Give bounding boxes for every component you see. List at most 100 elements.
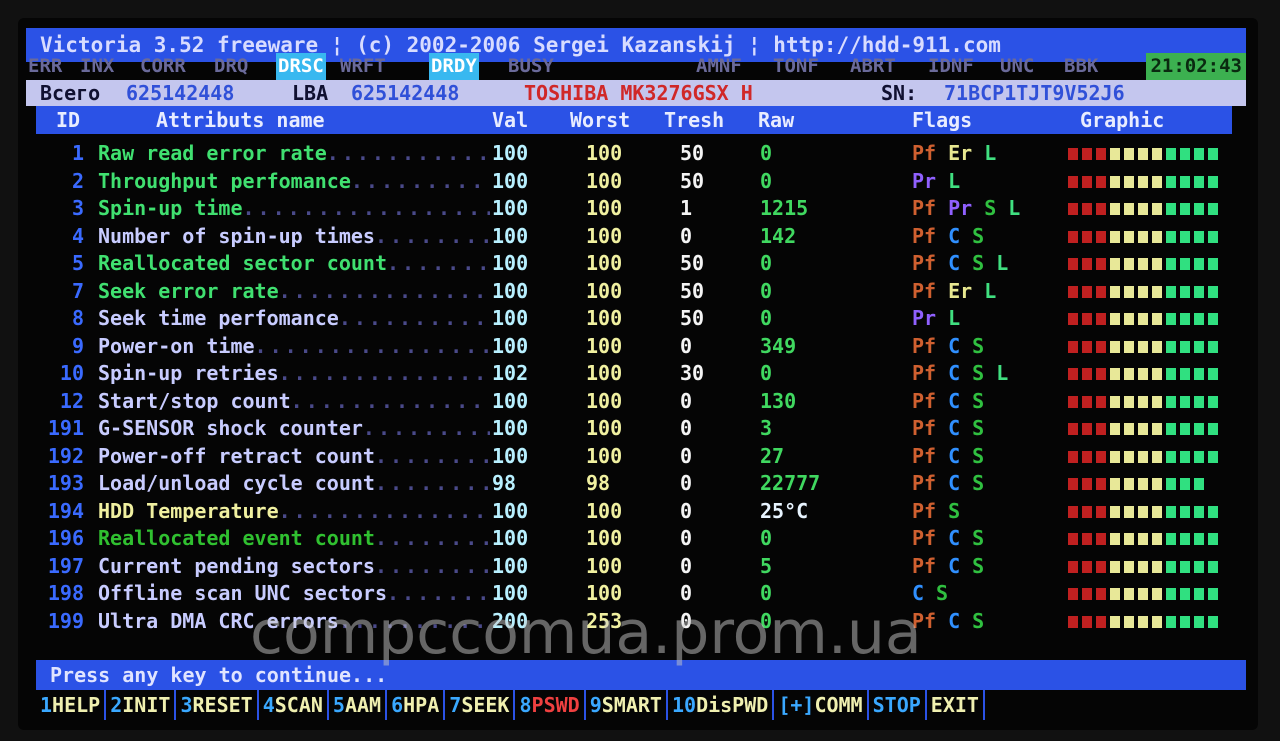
attribute-name: Spin-up time — [98, 195, 490, 222]
attribute-threshold: 0 — [680, 223, 693, 248]
attribute-id: 12 — [59, 388, 84, 413]
health-block — [1124, 588, 1134, 600]
health-block — [1068, 450, 1078, 463]
health-block — [1180, 148, 1190, 160]
flag-s: S — [972, 471, 985, 495]
health-block — [1124, 615, 1134, 628]
health-block — [1068, 258, 1078, 270]
attribute-id: 191 — [47, 416, 84, 440]
fkey-stop-button[interactable]: STOP — [869, 690, 927, 720]
health-block — [1208, 368, 1218, 380]
health-block — [1068, 478, 1078, 490]
fkey-comm-button[interactable]: [+]COMM — [774, 690, 869, 720]
health-block — [1110, 230, 1120, 243]
fkey-help-button[interactable]: 1HELP — [36, 690, 107, 720]
fkey-label: HELP — [52, 693, 101, 717]
fkey-dispwd-button[interactable]: 10DisPWD — [668, 690, 775, 720]
flag-pf: Pf — [912, 443, 937, 468]
fkey-label: INIT — [122, 693, 171, 717]
health-block — [1096, 533, 1106, 545]
fkey-label: AAM — [344, 693, 382, 717]
health-graphic — [1068, 450, 1218, 463]
health-block — [1194, 340, 1204, 353]
attribute-name: Raw read error rate — [98, 140, 490, 167]
fkey-hpa-button[interactable]: 6HPA — [387, 690, 446, 720]
flag-pf: Pf — [912, 278, 937, 303]
health-block — [1082, 175, 1092, 188]
health-graphic — [1068, 175, 1218, 188]
health-block — [1194, 450, 1204, 463]
dot-leader — [375, 525, 490, 552]
health-block — [1110, 588, 1120, 600]
attribute-threshold: 0 — [680, 471, 693, 495]
attribute-name: Seek time perfomance — [98, 305, 490, 332]
health-block — [1138, 478, 1148, 490]
health-block — [1082, 450, 1092, 463]
status-flag-amnf: AMNF — [696, 55, 742, 77]
table-row: 10 Spin-up retries 102 100 30 0 Pf CSL — [0, 360, 1280, 387]
health-block — [1068, 615, 1078, 628]
health-block — [1166, 560, 1176, 573]
health-block — [1180, 285, 1190, 298]
fkey-pswd-button[interactable]: 8PSWD — [515, 690, 586, 720]
health-block — [1068, 423, 1078, 435]
health-block — [1152, 175, 1162, 188]
fkey-reset-button[interactable]: 3RESET — [176, 690, 259, 720]
attribute-threshold: 0 — [680, 333, 693, 358]
attribute-name: Reallocated event count — [98, 525, 490, 552]
status-flag-tonf: TONF — [773, 55, 819, 77]
flag-pr: Pr — [912, 168, 937, 193]
flag-pf: Pf — [912, 223, 937, 248]
health-block — [1138, 175, 1148, 188]
fkey-init-button[interactable]: 2INIT — [106, 690, 177, 720]
health-block — [1166, 615, 1176, 628]
clock: 21:02:43 — [1146, 53, 1246, 80]
attribute-id: 8 — [71, 306, 84, 330]
fkey-number: 9 — [589, 693, 602, 717]
health-block — [1152, 615, 1162, 628]
table-header: ID Attributs name Val Worst Tresh Raw Fl… — [36, 106, 1232, 134]
health-block — [1068, 505, 1078, 518]
health-block — [1152, 533, 1162, 545]
attribute-raw: 0 — [760, 168, 773, 193]
health-block — [1166, 285, 1176, 298]
attribute-id: 10 — [59, 361, 84, 385]
health-graphic — [1068, 148, 1218, 160]
health-block — [1082, 423, 1092, 435]
attribute-value: 100 — [492, 196, 529, 220]
attribute-raw: 0 — [760, 361, 773, 385]
attribute-name: Power-on time — [98, 333, 490, 360]
attribute-flags: Pf C S — [912, 553, 996, 580]
health-block — [1110, 340, 1120, 353]
attribute-name-text: Reallocated event count — [98, 526, 375, 550]
health-graphic — [1068, 588, 1218, 600]
flag-l: L — [948, 306, 961, 330]
fkey-aam-button[interactable]: 5AAM — [329, 690, 388, 720]
dot-leader — [279, 498, 490, 525]
status-flag-drq: DRQ — [214, 55, 249, 77]
health-block — [1068, 230, 1078, 243]
health-block — [1194, 313, 1204, 325]
fkey-smart-button[interactable]: 9SMART — [586, 690, 668, 720]
flag-pf: Pf — [912, 498, 937, 523]
flag-c: C — [948, 361, 961, 385]
fkey-seek-button[interactable]: 7SEEK — [445, 690, 516, 720]
health-block — [1138, 313, 1148, 325]
flag-pf: Pf — [912, 251, 937, 275]
fkey-exit-button[interactable]: EXIT — [927, 690, 985, 720]
attribute-flags: Pf C S — [912, 333, 996, 360]
attribute-flags: Pf C S — [912, 443, 996, 470]
health-block — [1082, 395, 1092, 408]
attribute-threshold: 0 — [680, 416, 693, 440]
attribute-name-text: G-SENSOR shock counter — [98, 416, 363, 440]
fkey-scan-button[interactable]: 4SCAN — [259, 690, 329, 720]
flag-pf: Pf — [912, 471, 937, 495]
attribute-threshold: 0 — [680, 443, 693, 468]
fkey-label: SCAN — [274, 693, 323, 717]
health-block — [1124, 175, 1134, 188]
col-worst: Worst — [570, 108, 631, 132]
health-block — [1082, 588, 1092, 600]
health-block — [1180, 423, 1190, 435]
attribute-worst: 100 — [586, 196, 623, 220]
dot-leader — [375, 443, 490, 470]
